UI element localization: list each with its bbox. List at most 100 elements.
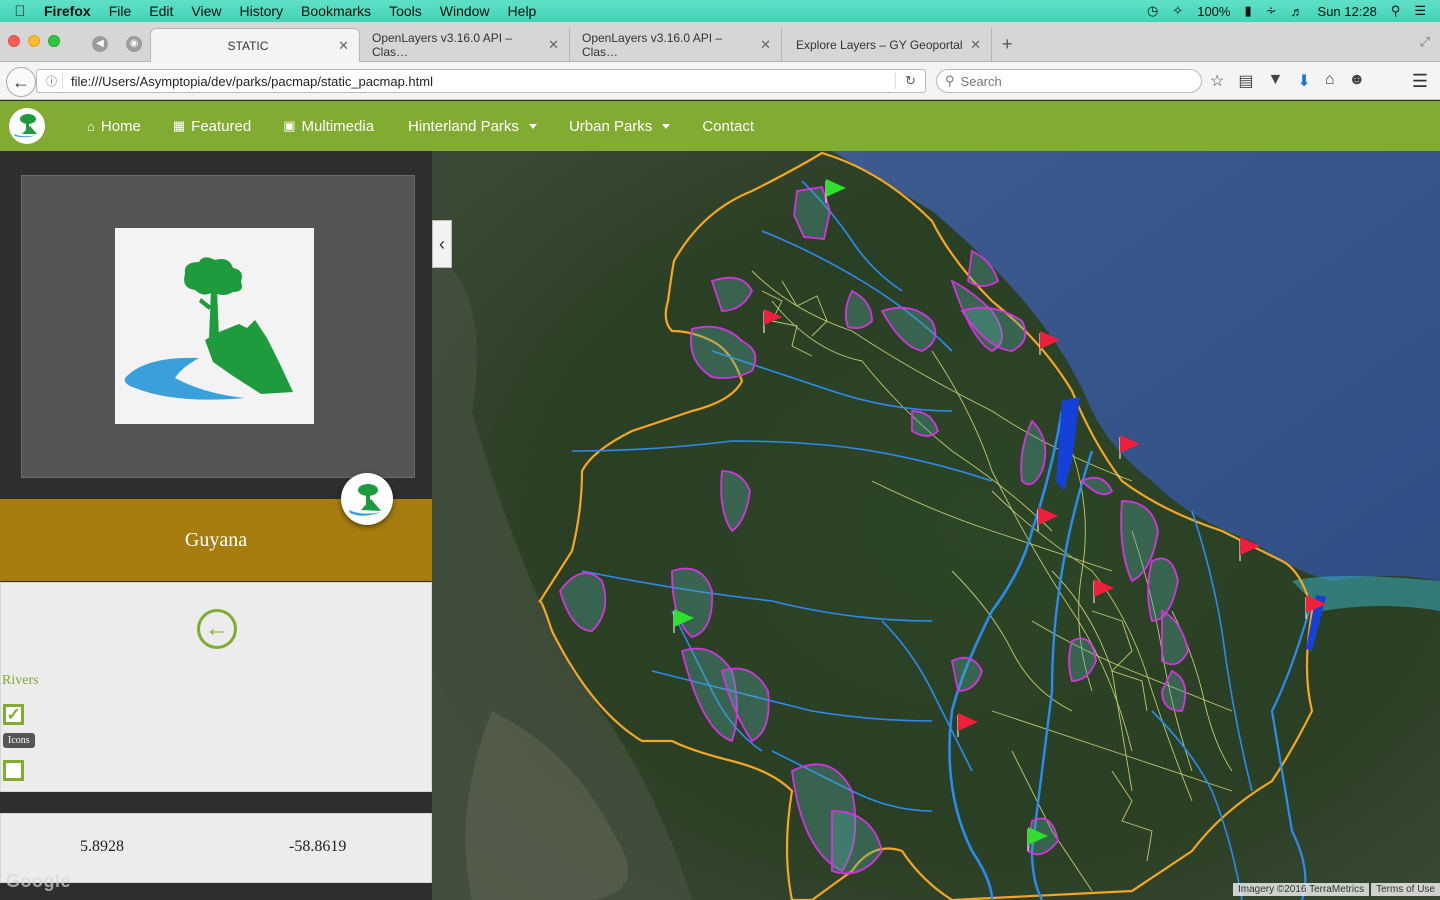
icons-layer-checkbox[interactable] bbox=[3, 760, 24, 781]
google-watermark: Google bbox=[6, 871, 71, 891]
park-avatar-logo-icon bbox=[349, 484, 381, 516]
menu-tools[interactable]: Tools bbox=[380, 3, 431, 19]
image-icon: ▣ bbox=[283, 118, 296, 133]
info-side-panel: Guyana ← Rivers ✓ Icons 5.8928 -58.8619 … bbox=[0, 151, 432, 900]
site-navbar: ⌂ Home ▦ Featured ▣ Multimedia Hinterlan… bbox=[0, 101, 1440, 151]
pocket-icon[interactable]: ▼ bbox=[1267, 71, 1283, 91]
icons-layer-tooltip: Icons bbox=[3, 733, 35, 748]
back-arrow-button[interactable]: ← bbox=[197, 609, 237, 649]
apple-menu-icon[interactable]:  bbox=[0, 3, 40, 20]
avatar[interactable] bbox=[341, 473, 393, 525]
film-icon: ▦ bbox=[172, 118, 186, 133]
map-attribution: Imagery ©2016 TerraMetrics Terms of Use bbox=[1231, 883, 1440, 896]
imagery-credit: Imagery ©2016 TerraMetrics bbox=[1232, 883, 1370, 896]
tab-openlayers-1[interactable]: OpenLayers v3.16.0 API – Clas… ✕ bbox=[358, 28, 570, 62]
site-info-icon[interactable]: ⓘ bbox=[41, 73, 63, 89]
nav-home[interactable]: ⌂ Home bbox=[71, 118, 157, 135]
window-minimize-button[interactable] bbox=[28, 35, 40, 47]
browser-back-history-icon[interactable]: ◀ bbox=[92, 36, 108, 52]
macos-menubar:  Firefox File Edit View History Bookmar… bbox=[0, 0, 1440, 22]
nav-hinterland-parks-dropdown[interactable]: Hinterland Parks bbox=[392, 118, 553, 135]
menu-app-name[interactable]: Firefox bbox=[40, 3, 100, 19]
site-logo[interactable] bbox=[9, 108, 45, 144]
longitude-value: -58.8619 bbox=[289, 838, 347, 855]
window-close-button[interactable] bbox=[8, 35, 20, 47]
menu-file[interactable]: File bbox=[100, 3, 141, 19]
nav-featured-label: Featured bbox=[191, 117, 252, 135]
rivers-layer-checkbox[interactable]: ✓ bbox=[3, 704, 24, 725]
tab-label: STATIC bbox=[227, 38, 269, 53]
back-arrow-icon[interactable]: ← bbox=[6, 67, 36, 97]
bookmark-star-icon[interactable]: ☆ bbox=[1210, 71, 1224, 91]
menu-window[interactable]: Window bbox=[431, 3, 499, 19]
menu-edit[interactable]: Edit bbox=[140, 3, 182, 19]
latitude-value: 5.8928 bbox=[80, 838, 124, 855]
nav-home-label: Home bbox=[100, 117, 141, 135]
search-placeholder: Search bbox=[960, 73, 1002, 89]
menubar-status-area: ◷ ✧ 100% ▮ ∻ ♬ Sun 12:28 ⚲ ☰ bbox=[1147, 3, 1440, 19]
menu-view[interactable]: View bbox=[182, 3, 230, 19]
tab-label: OpenLayers v3.16.0 API – Clas… bbox=[372, 31, 513, 59]
browser-globe-icon[interactable]: ◉ bbox=[126, 36, 142, 52]
tab-label: OpenLayers v3.16.0 API – Clas… bbox=[582, 31, 723, 59]
home-icon: ⌂ bbox=[87, 118, 95, 134]
tab-openlayers-2[interactable]: OpenLayers v3.16.0 API – Clas… ✕ bbox=[568, 28, 782, 62]
tab-close-icon[interactable]: ✕ bbox=[338, 38, 349, 54]
chat-icon[interactable]: ☻ bbox=[1348, 71, 1365, 91]
menu-bookmarks[interactable]: Bookmarks bbox=[292, 3, 380, 19]
layer-controls: ← Rivers ✓ Icons bbox=[0, 582, 432, 792]
new-tab-plus-icon[interactable]: + bbox=[1002, 34, 1013, 55]
map-layers[interactable] bbox=[432, 151, 1440, 900]
nav-multimedia-label: Multimedia bbox=[301, 117, 375, 135]
tree-island-logo-icon bbox=[124, 257, 293, 400]
browser-toolbar: ← ⓘ file:///Users/Asymptopia/dev/parks/p… bbox=[0, 62, 1440, 100]
park-logo-icon bbox=[14, 114, 37, 138]
menubar-clock[interactable]: Sun 12:28 bbox=[1318, 4, 1377, 19]
nav-multimedia[interactable]: ▣ Multimedia bbox=[267, 118, 390, 135]
battery-percent[interactable]: 100% bbox=[1197, 4, 1230, 19]
reload-icon[interactable]: ↻ bbox=[895, 73, 925, 89]
park-image-frame bbox=[21, 175, 415, 478]
home-icon[interactable]: ⌂ bbox=[1325, 71, 1335, 91]
collapse-panel-chevron-left-icon[interactable]: ‹ bbox=[432, 220, 452, 268]
rivers-layer-label: Rivers bbox=[2, 673, 39, 688]
reading-list-icon[interactable]: ▤ bbox=[1238, 71, 1253, 91]
url-text[interactable]: file:///Users/Asymptopia/dev/parks/pacma… bbox=[63, 74, 433, 89]
wifi-icon[interactable]: ∻ bbox=[1266, 3, 1277, 19]
nav-contact-label: Contact bbox=[702, 117, 755, 135]
country-title: Guyana bbox=[184, 528, 248, 551]
chevron-down-icon bbox=[528, 123, 537, 129]
tab-close-icon[interactable]: ✕ bbox=[760, 37, 771, 53]
terms-of-use-link[interactable]: Terms of Use bbox=[1371, 883, 1440, 896]
tab-close-icon[interactable]: ✕ bbox=[548, 37, 559, 53]
time-machine-icon[interactable]: ◷ bbox=[1147, 3, 1158, 19]
nav-hinterland-label: Hinterland Parks bbox=[408, 117, 519, 135]
menu-help[interactable]: Help bbox=[499, 3, 546, 19]
spotlight-search-icon[interactable]: ⚲ bbox=[1391, 3, 1401, 19]
url-bar[interactable]: ⓘ file:///Users/Asymptopia/dev/parks/pac… bbox=[36, 69, 926, 93]
volume-icon[interactable]: ♬ bbox=[1291, 4, 1304, 19]
chevron-down-icon bbox=[662, 123, 671, 129]
search-input[interactable]: ⚲ Search bbox=[936, 69, 1202, 93]
tab-static[interactable]: STATIC ✕ bbox=[150, 28, 360, 62]
nav-urban-label: Urban Parks bbox=[568, 117, 653, 135]
hamburger-menu-icon[interactable]: ☰ bbox=[1412, 71, 1428, 92]
nav-urban-parks-dropdown[interactable]: Urban Parks bbox=[553, 118, 686, 135]
tab-label: Explore Layers – GY Geoportal bbox=[796, 38, 963, 52]
toolbar-icons: ☆ ▤ ▼ ⬇ ⌂ ☻ bbox=[1210, 71, 1365, 91]
menu-history[interactable]: History bbox=[230, 3, 292, 19]
notification-center-icon[interactable]: ☰ bbox=[1414, 3, 1426, 19]
fullscreen-icon[interactable]: ⤢ bbox=[1420, 34, 1430, 50]
nav-contact[interactable]: Contact bbox=[686, 118, 770, 135]
park-logo-image bbox=[115, 228, 314, 424]
downloads-icon[interactable]: ⬇ bbox=[1297, 71, 1310, 91]
bluetooth-icon[interactable]: ✧ bbox=[1172, 3, 1183, 19]
battery-icon[interactable]: ▮ bbox=[1244, 3, 1251, 19]
tab-gy-geoportal[interactable]: Explore Layers – GY Geoportal ✕ bbox=[782, 28, 992, 62]
map-canvas[interactable]: ‹ Imagery ©2016 TerraMetrics Terms of Us… bbox=[432, 151, 1440, 900]
browser-tab-strip: ◀ ◉ STATIC ✕ OpenLayers v3.16.0 API – Cl… bbox=[0, 22, 1440, 62]
tab-close-icon[interactable]: ✕ bbox=[970, 37, 981, 53]
window-zoom-button[interactable] bbox=[48, 35, 60, 47]
search-icon: ⚲ bbox=[945, 73, 955, 88]
nav-featured[interactable]: ▦ Featured bbox=[157, 118, 267, 135]
